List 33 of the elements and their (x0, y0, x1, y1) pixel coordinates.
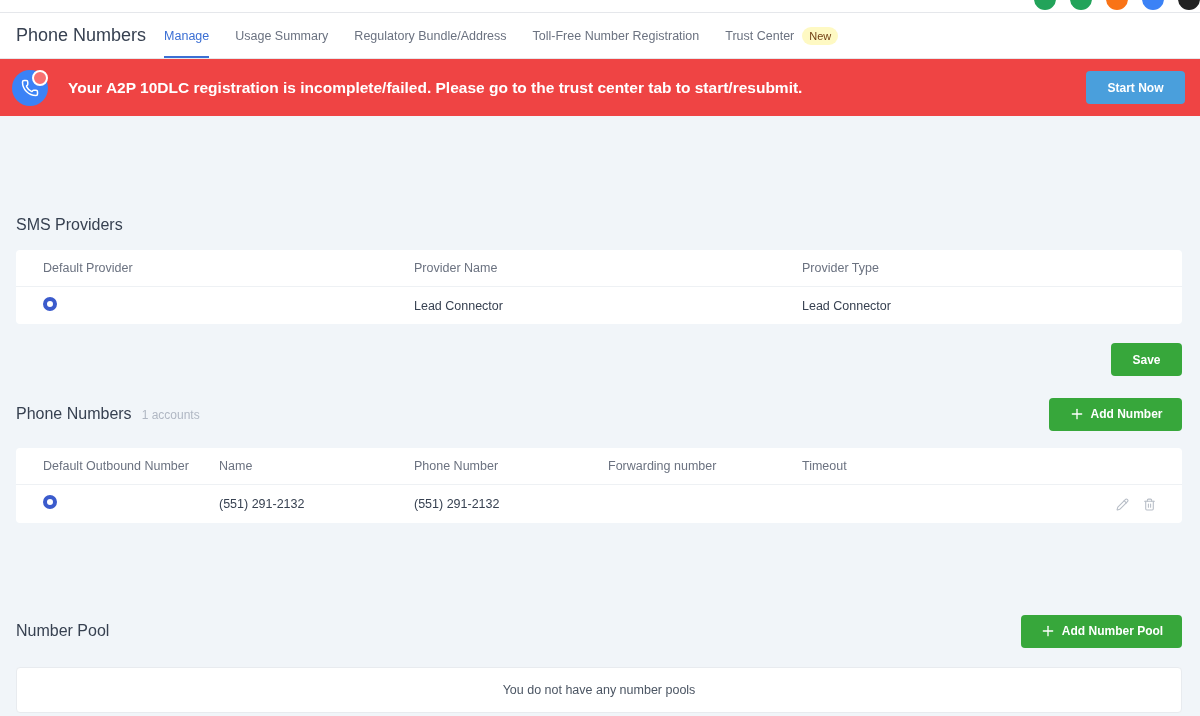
nav-tab[interactable]: Trust Center New (725, 13, 839, 58)
add-number-button[interactable]: Add Number (1049, 397, 1182, 431)
page-title: Phone Numbers (16, 25, 147, 46)
table-cell-text: (551) 291-2132 (219, 497, 306, 511)
empty-message: You do not have any number pools (502, 683, 696, 697)
column-header: Name (219, 459, 254, 473)
column-header: Provider Name (414, 261, 499, 275)
section-title: Phone Numbers (16, 405, 132, 423)
new-badge: New (802, 26, 839, 45)
alert-message: Your A2P 10DLC registration is incomplete/failed. Please go to the trust center tab to start/resubmit. (68, 78, 804, 97)
table-cell-text: Lead Connector (414, 298, 504, 313)
column-header: Timeout (802, 459, 848, 473)
edit-icon[interactable] (1116, 497, 1129, 511)
trash-icon[interactable] (1143, 497, 1156, 511)
table-cell-text: Lead Connector (802, 298, 892, 313)
nav-tab[interactable]: Regulatory Bundle/Address (354, 13, 507, 58)
radio-button[interactable] (43, 296, 57, 311)
column-header: Provider Type (802, 261, 880, 275)
table-cell-text: (551) 291-2132 (414, 497, 501, 511)
add-number-pool-button[interactable]: Add Number Pool (1021, 614, 1182, 648)
account-count: 1 accounts (141, 408, 200, 422)
start-now-button[interactable]: Start Now (1086, 71, 1185, 104)
nav-tab[interactable]: Usage Summary (235, 13, 329, 58)
radio-button[interactable] (43, 495, 57, 509)
section-title: Number Pool (16, 622, 110, 640)
nav-tab[interactable]: Toll-Free Number Registration (532, 13, 700, 58)
save-button[interactable]: Save (1111, 343, 1182, 376)
column-header: Phone Number (414, 459, 500, 473)
column-header: Default Provider (43, 261, 134, 275)
column-header: Forwarding number (608, 459, 718, 473)
section-title: SMS Providers (16, 216, 123, 234)
phone-alert-icon (12, 69, 48, 106)
column-header: Default Outbound Number (43, 459, 190, 473)
